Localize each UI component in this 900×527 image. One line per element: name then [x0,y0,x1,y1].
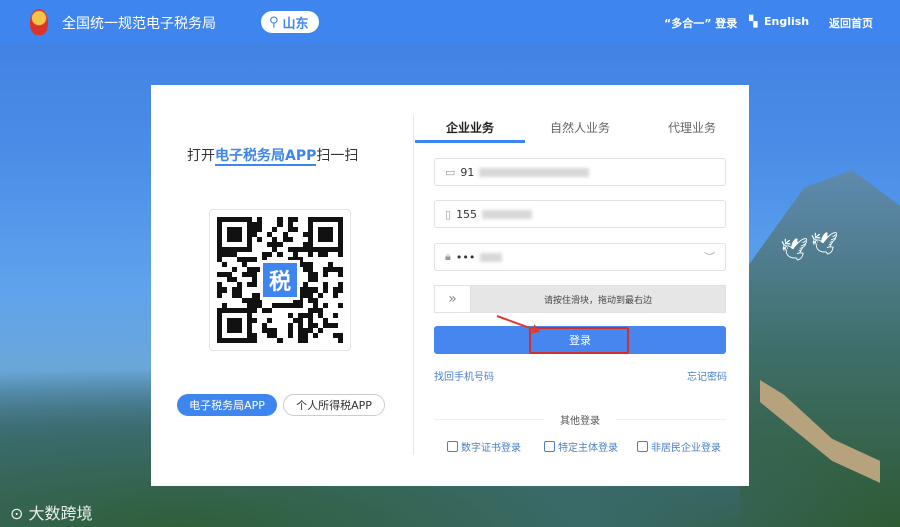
tax-id-value: 91 [460,165,475,179]
multi-login-link[interactable]: “多合一” 登录 [664,15,737,31]
english-link[interactable]: English [764,15,809,28]
region-label: 山东 [282,16,309,32]
watermark-logo: ⊙ [10,504,29,523]
option-label: 特定主体登录 [558,443,618,454]
password-input[interactable]: 🔒︎ ••• ︶ [434,243,726,271]
digital-cert-login[interactable]: 数字证书登录 [447,439,521,454]
watermark: ⊙ 大数跨境 [10,500,93,524]
non-resident-login[interactable]: 非居民企业登录 [637,439,721,454]
qr-panel: 打开电子税务局APP扫一扫 税 电子税务局APP 个人所得税APP [151,85,413,486]
tab-enterprise[interactable]: 企业业务 [415,119,525,136]
tax-logo-icon: 税 [260,260,300,300]
phone-input[interactable]: ▯ 155 [434,200,726,228]
tax-app-button[interactable]: 电子税务局APP [177,394,277,416]
special-entity-login[interactable]: 特定主体登录 [544,439,618,454]
language-icon: ▚ [749,15,758,28]
bird-icon: 🕊 [780,238,808,263]
option-label: 非居民企业登录 [651,443,721,454]
double-chevron-right-icon: » [448,291,457,307]
password-value: ••• [455,250,476,264]
scan-prefix: 打开 [187,148,215,164]
divider [413,115,414,455]
slider-hint: 请按住滑块，拖动到最右边 [543,296,652,306]
scan-app-name: 电子税务局APP [215,148,317,166]
scan-instruction: 打开电子税务局APP扫一扫 [187,145,359,166]
home-icon [544,441,555,452]
phone-icon: ▯ [445,207,452,221]
tax-id-input[interactable]: ▭ 91 [434,158,726,186]
qr-code: 税 [209,209,351,351]
building-icon [637,441,648,452]
phone-value: 155 [456,207,478,221]
site-title: 全国统一规范电子税务局 [62,16,216,32]
login-button[interactable]: 登录 [434,326,726,354]
slider-captcha[interactable]: » 请按住滑块，拖动到最右边 [434,285,726,313]
eye-closed-icon[interactable]: ︶ [704,249,715,265]
tab-individual[interactable]: 自然人业务 [525,119,635,136]
recover-phone-link[interactable]: 找回手机号码 [434,368,494,383]
active-tab-indicator [415,140,525,143]
option-label: 数字证书登录 [461,443,521,454]
home-link[interactable]: 返回首页 [829,15,873,31]
top-bar: 全国统一规范电子税务局 ⚲ 山东 “多合一” 登录 ▚ English 返回首页 [0,0,900,44]
highlight-box [529,327,629,354]
iit-app-button[interactable]: 个人所得税APP [283,394,385,416]
forgot-password-link[interactable]: 忘记密码 [687,368,727,383]
national-emblem-logo [30,9,48,35]
certificate-icon [447,441,458,452]
region-selector[interactable]: ⚲ 山东 [261,11,319,33]
id-card-icon: ▭ [445,165,456,179]
location-icon: ⚲ [269,14,279,30]
slider-handle[interactable]: » [435,286,471,312]
watermark-text: 大数跨境 [28,504,93,523]
scan-suffix: 扫一扫 [316,148,359,164]
other-login-title: 其他登录 [434,412,726,427]
bird-icon: 🕊 [810,232,838,257]
lock-icon: 🔒︎ [445,250,451,263]
tab-agent[interactable]: 代理业务 [637,119,747,136]
login-card: 打开电子税务局APP扫一扫 税 电子税务局APP 个人所得税APP 企业业务 自… [151,85,749,486]
